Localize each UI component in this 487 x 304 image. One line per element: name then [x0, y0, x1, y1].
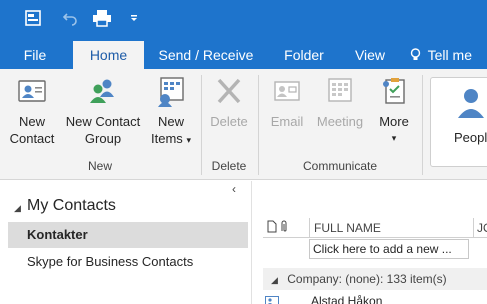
contact-group-icon	[90, 79, 114, 103]
more-clipboard-icon	[383, 78, 405, 104]
meeting-label: Meeting	[316, 114, 364, 129]
group-separator	[258, 75, 259, 175]
email-contact-icon	[274, 81, 300, 101]
new-items-label-2-text: Items	[151, 131, 183, 146]
attachment-icon[interactable]	[280, 220, 288, 236]
print-icon[interactable]	[92, 8, 112, 28]
doc-icon[interactable]	[267, 220, 277, 236]
folder-item-skype-contacts[interactable]: Skype for Business Contacts	[8, 249, 248, 275]
ribbon: New Contact New Contact Group New Items …	[0, 69, 487, 180]
tab-send-receive[interactable]: Send / Receive	[154, 41, 258, 69]
tell-me-search[interactable]: Tell me	[410, 41, 487, 69]
group-communicate-label: Communicate	[302, 159, 378, 173]
my-contacts-header[interactable]: My Contacts	[27, 197, 116, 215]
tab-view[interactable]: View	[348, 41, 392, 69]
new-contact-label-1: New	[18, 114, 45, 129]
contact-name: Alstad Håkon	[311, 294, 383, 304]
group-separator	[422, 75, 423, 175]
lightbulb-icon	[410, 41, 424, 69]
new-contact-group-label-1: New Contact	[65, 114, 141, 129]
group-expand-icon[interactable]: ◢	[271, 275, 278, 285]
new-contact-label-2: Contact	[9, 131, 55, 146]
delete-button[interactable]: Delete	[204, 75, 254, 130]
meeting-button[interactable]: Meeting	[312, 75, 368, 130]
tab-home[interactable]: Home	[73, 41, 144, 69]
add-new-contact-field[interactable]: Click here to add a new ...	[309, 239, 469, 259]
folder-item-kontakter[interactable]: Kontakter	[8, 222, 248, 248]
contact-card-icon	[18, 80, 46, 102]
email-button[interactable]: Email	[266, 75, 308, 130]
column-divider[interactable]	[309, 218, 310, 238]
delete-x-icon	[217, 78, 241, 104]
table-row[interactable]: Alstad Håkon	[263, 294, 487, 304]
more-label: More	[379, 114, 409, 129]
delete-label: Delete	[210, 114, 248, 129]
collapse-pane-button[interactable]: ‹	[232, 182, 236, 196]
expand-triangle-icon[interactable]: ◢	[14, 203, 21, 214]
group-new-label: New	[87, 159, 112, 173]
more-button[interactable]: More ▾	[372, 75, 416, 147]
tell-me-label: Tell me	[427, 47, 472, 63]
title-bar	[0, 0, 487, 41]
contact-card-icon	[265, 296, 279, 304]
ribbon-tabs: File Home Send / Receive Folder View Tel…	[0, 41, 487, 69]
dropdown-caret-icon: ▾	[186, 135, 191, 145]
new-items-button[interactable]: New Items ▾	[146, 75, 196, 149]
outlook-app-icon[interactable]	[23, 8, 43, 28]
email-label: Email	[270, 114, 304, 129]
group-delete-label: Delete	[211, 159, 247, 173]
column-jo[interactable]: JO	[477, 221, 487, 235]
column-divider[interactable]	[473, 218, 474, 238]
new-contact-button[interactable]: New Contact	[4, 75, 60, 147]
customize-qat-icon[interactable]	[124, 8, 144, 28]
tab-file[interactable]: File	[14, 41, 56, 69]
new-items-label-1: New	[157, 114, 184, 129]
tab-folder[interactable]: Folder	[276, 41, 332, 69]
people-button[interactable]: People	[430, 77, 487, 167]
people-label: People	[454, 130, 487, 145]
person-icon	[458, 89, 484, 118]
column-full-name[interactable]: FULL NAME	[314, 221, 381, 235]
list-header: FULL NAME JO	[263, 218, 487, 238]
contact-list: FULL NAME JO Click here to add a new ...…	[253, 181, 487, 304]
new-items-icon	[158, 77, 184, 107]
new-contact-group-label-2: Group	[84, 131, 122, 146]
undo-icon[interactable]	[60, 8, 80, 28]
meeting-calendar-icon	[328, 78, 352, 102]
new-contact-group-button[interactable]: New Contact Group	[60, 75, 146, 147]
new-items-label-2: Items ▾	[146, 130, 196, 149]
company-group-row[interactable]: ◢ Company: (none): 133 item(s)	[263, 268, 487, 290]
dropdown-caret-icon: ▾	[391, 133, 397, 143]
company-group-label: Company: (none): 133 item(s)	[287, 272, 447, 286]
